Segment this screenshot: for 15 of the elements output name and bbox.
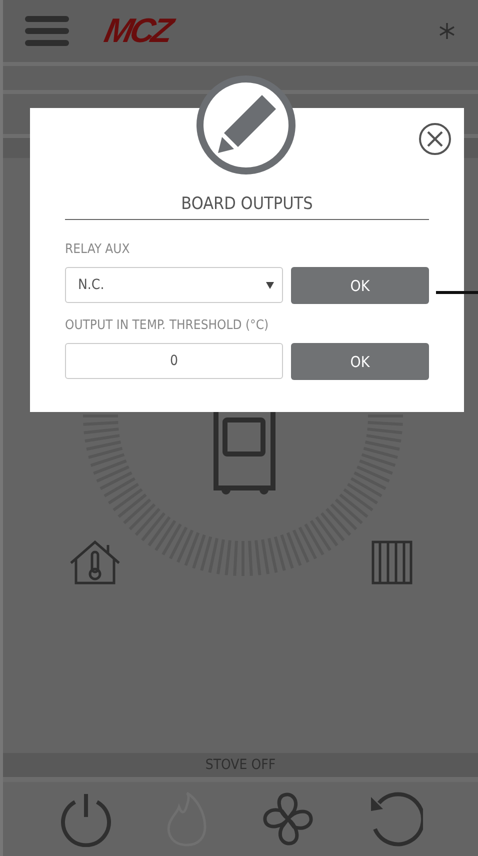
logo: MCZ — [100, 12, 174, 50]
leader-line — [436, 291, 478, 294]
close-icon[interactable] — [418, 122, 452, 156]
dialog-title: BOARD OUTPUTS — [65, 194, 429, 220]
input-field[interactable]: 0 — [65, 343, 283, 379]
snowflake-icon[interactable] — [438, 22, 456, 40]
field-label: RELAY AUX — [65, 242, 130, 257]
select-field[interactable]: N.C. — [65, 267, 283, 303]
ok-button[interactable]: OK — [291, 267, 429, 304]
caret-icon — [266, 282, 274, 288]
ok-button[interactable]: OK — [291, 343, 429, 380]
radiator-icon — [372, 540, 412, 584]
field-label: OUTPUT IN TEMP. THRESHOLD (°C) — [65, 318, 269, 333]
house-thermometer-icon — [70, 540, 120, 584]
menu-icon[interactable] — [25, 16, 69, 46]
